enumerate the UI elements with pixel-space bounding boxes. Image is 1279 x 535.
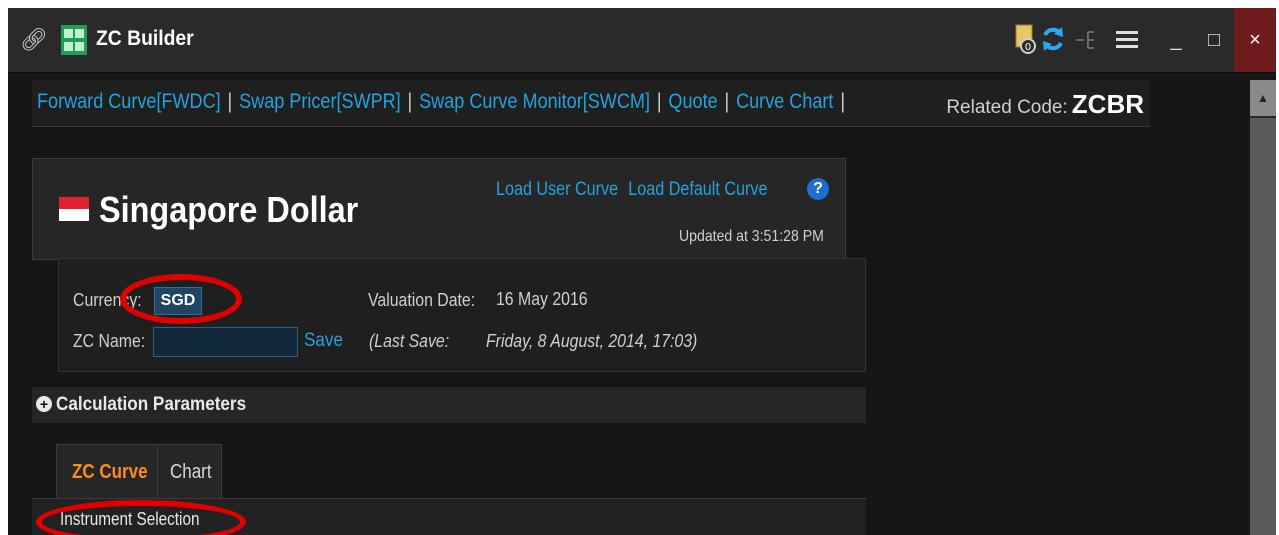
related-code-label: Related Code: <box>946 97 1068 118</box>
nav-link-forward-curve[interactable]: Forward Curve[FWDC] <box>37 90 221 113</box>
report-icon[interactable]: 0 <box>1015 24 1037 54</box>
nav-link-swap-curve-monitor[interactable]: Swap Curve Monitor[SWCM] <box>419 90 650 113</box>
scroll-up-arrow-icon[interactable]: ▲ <box>1250 80 1276 116</box>
tree-icon[interactable] <box>1074 28 1098 52</box>
scroll-thumb[interactable] <box>1250 118 1276 535</box>
annotation-ellipse-currency <box>120 274 242 324</box>
nav-link-swap-pricer[interactable]: Swap Pricer[SWPR] <box>239 90 401 113</box>
currency-header: Singapore Dollar Load User Curve Load Def… <box>32 158 846 260</box>
tab-chart-label: Chart <box>170 461 212 483</box>
title-bar: 🔗︎ ZC Builder 0 _ □ × <box>8 8 1276 73</box>
nav-separator: | <box>407 90 413 113</box>
load-user-curve-link[interactable]: Load User Curve <box>496 179 618 200</box>
expand-plus-icon[interactable]: + <box>36 396 52 412</box>
nav-separator: | <box>656 90 662 113</box>
maximize-button[interactable]: □ <box>1194 8 1234 72</box>
last-save-label: (Last Save: <box>369 331 450 351</box>
last-save-value: Friday, 8 August, 2014, 17:03) <box>486 331 698 351</box>
updated-timestamp: Updated at 3:51:28 PM <box>679 228 824 245</box>
nav-separator: | <box>840 90 846 113</box>
valuation-date-label: Valuation Date: <box>368 290 476 310</box>
nav-link-quote[interactable]: Quote <box>668 90 717 113</box>
related-code: Related Code: ZCBR <box>946 89 1144 120</box>
valuation-date-value: 16 May 2016 <box>496 289 588 309</box>
calculation-parameters-bar[interactable]: + Calculation Parameters <box>32 387 866 423</box>
save-link[interactable]: Save <box>304 330 343 352</box>
close-button[interactable]: × <box>1234 8 1276 72</box>
currency-name: Singapore Dollar <box>99 189 359 230</box>
window-title: ZC Builder <box>96 27 194 50</box>
nav-separator: | <box>724 90 730 113</box>
help-icon[interactable]: ? <box>807 178 829 200</box>
tab-chart[interactable]: Chart <box>157 444 222 499</box>
minimize-button[interactable]: _ <box>1156 8 1196 72</box>
singapore-flag-icon <box>59 197 89 221</box>
tab-zc-curve-label: ZC Curve <box>72 461 148 483</box>
related-code-value[interactable]: ZCBR <box>1072 89 1144 119</box>
menu-icon[interactable] <box>1116 30 1138 50</box>
nav-link-curve-chart[interactable]: Curve Chart <box>736 90 833 113</box>
nav-links: Forward Curve[FWDC] | Swap Pricer[SWPR] | Sw… <box>37 90 852 114</box>
nav-bar: Forward Curve[FWDC] | Swap Pricer[SWPR] | Sw… <box>32 80 1150 127</box>
zc-name-input[interactable] <box>153 327 298 357</box>
load-default-curve-link[interactable]: Load Default Curve <box>628 179 767 200</box>
vertical-scrollbar[interactable]: ▲ <box>1250 80 1276 535</box>
tab-zc-curve[interactable]: ZC Curve <box>56 444 158 499</box>
svg-text:0: 0 <box>1025 42 1031 53</box>
refresh-icon[interactable] <box>1040 25 1066 53</box>
app-grid-icon <box>61 25 87 55</box>
calculation-parameters-label: Calculation Parameters <box>56 394 247 415</box>
curve-load-links: Load User Curve Load Default Curve <box>496 179 778 201</box>
nav-separator: | <box>227 90 233 113</box>
link-icon[interactable]: 🔗︎ <box>20 28 48 52</box>
zc-name-label: ZC Name: <box>73 331 146 351</box>
app-window: 🔗︎ ZC Builder 0 _ □ × Forward Curve[FWDC… <box>8 8 1276 535</box>
